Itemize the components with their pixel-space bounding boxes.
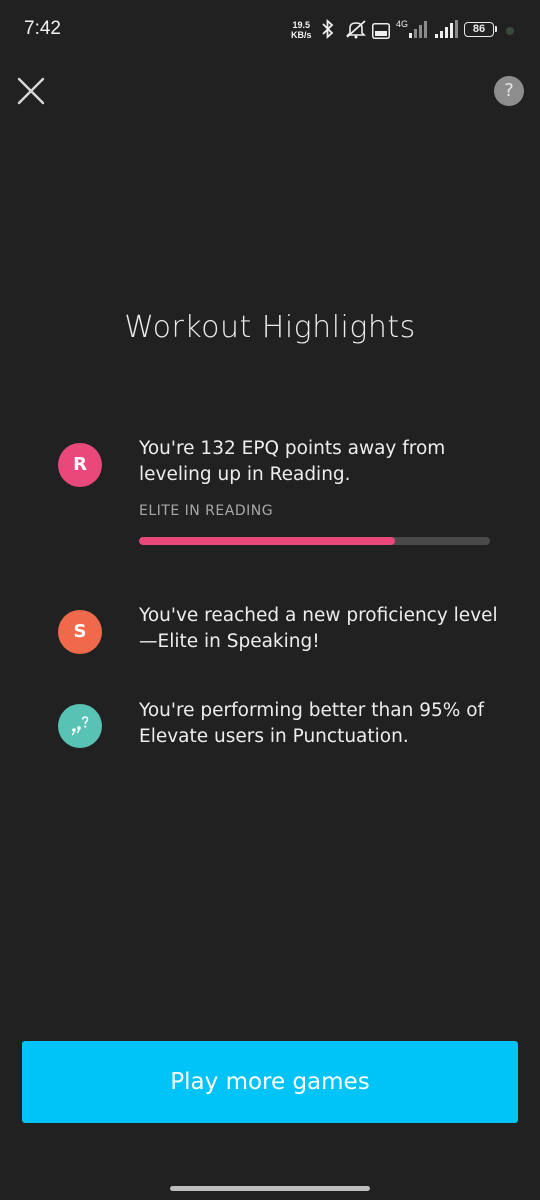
page-title: Workout Highlights	[124, 310, 416, 345]
speaking-badge: S	[58, 610, 102, 654]
reading-progress-bar	[139, 537, 490, 545]
punctuation-text-line2: Elevate users in Punctuation.	[139, 726, 409, 747]
punctuation-icon	[71, 716, 89, 736]
play-more-games-button[interactable]: Play more games	[22, 1041, 518, 1123]
signal-icon	[434, 18, 460, 44]
network-speed: 19.5 KB/s	[291, 20, 312, 40]
network-speed-value: 19.5	[292, 20, 311, 30]
battery-indicator: 86	[464, 22, 497, 37]
status-bar: 7:42 19.5 KB/s 4G 86	[0, 0, 540, 60]
punctuation-text-line1: You're performing better than 95% of	[139, 700, 485, 721]
reading-level-label: ELITE IN READING	[139, 503, 274, 519]
reading-text-line2: leveling up in Reading.	[139, 464, 351, 485]
speaking-text-line1: You've reached a new proficiency level	[139, 605, 498, 626]
reading-text-line1: You're 132 EPQ points away from	[139, 438, 446, 459]
volte-icon	[372, 23, 390, 43]
mute-bell-icon	[344, 18, 368, 44]
signal-4g-icon: 4G	[395, 18, 429, 44]
reading-badge: R	[58, 443, 102, 487]
punctuation-highlight-text: You're performing better than 95% of Ele…	[139, 698, 519, 750]
notification-dot	[506, 27, 514, 35]
network-speed-unit: KB/s	[291, 30, 312, 40]
status-time: 7:42	[24, 18, 61, 39]
speaking-text-line2: —Elite in Speaking!	[139, 631, 320, 652]
punctuation-badge	[58, 704, 102, 748]
help-button[interactable]: ?	[494, 76, 524, 106]
reading-progress-fill	[139, 537, 396, 545]
close-button[interactable]	[14, 74, 48, 108]
reading-highlight-text: You're 132 EPQ points away from leveling…	[139, 436, 519, 488]
home-indicator[interactable]	[170, 1186, 370, 1191]
speaking-highlight-text: You've reached a new proficiency level —…	[139, 603, 519, 655]
svg-text:4G: 4G	[396, 19, 408, 29]
bluetooth-icon	[320, 18, 336, 44]
close-icon	[17, 77, 45, 105]
